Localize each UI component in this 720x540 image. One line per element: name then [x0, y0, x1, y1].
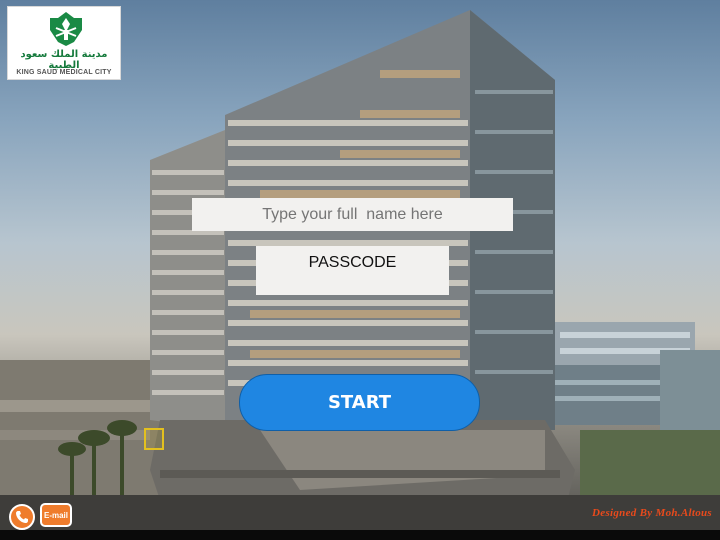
logo-english-text: KING SAUD MEDICAL CITY	[16, 69, 112, 76]
phone-icon	[16, 511, 28, 523]
emblem-icon	[50, 12, 82, 46]
full-name-input[interactable]	[192, 198, 513, 231]
king-saud-medical-city-logo: مدينة الملك سعود الطبية KING SAUD MEDICA…	[7, 6, 121, 80]
start-button[interactable]: START	[239, 374, 480, 431]
designer-credit: Designed By Moh.Altous	[592, 507, 712, 519]
phone-button[interactable]	[9, 504, 35, 530]
passcode-placeholder: PASSCODE	[308, 254, 397, 271]
email-button[interactable]: E-mail	[40, 503, 72, 527]
login-screen: مدينة الملك سعود الطبية KING SAUD MEDICA…	[0, 0, 720, 540]
passcode-input[interactable]: PASSCODE	[256, 246, 449, 295]
logo-arabic-text: مدينة الملك سعود الطبية	[20, 49, 108, 71]
small-square-marker	[144, 428, 164, 450]
